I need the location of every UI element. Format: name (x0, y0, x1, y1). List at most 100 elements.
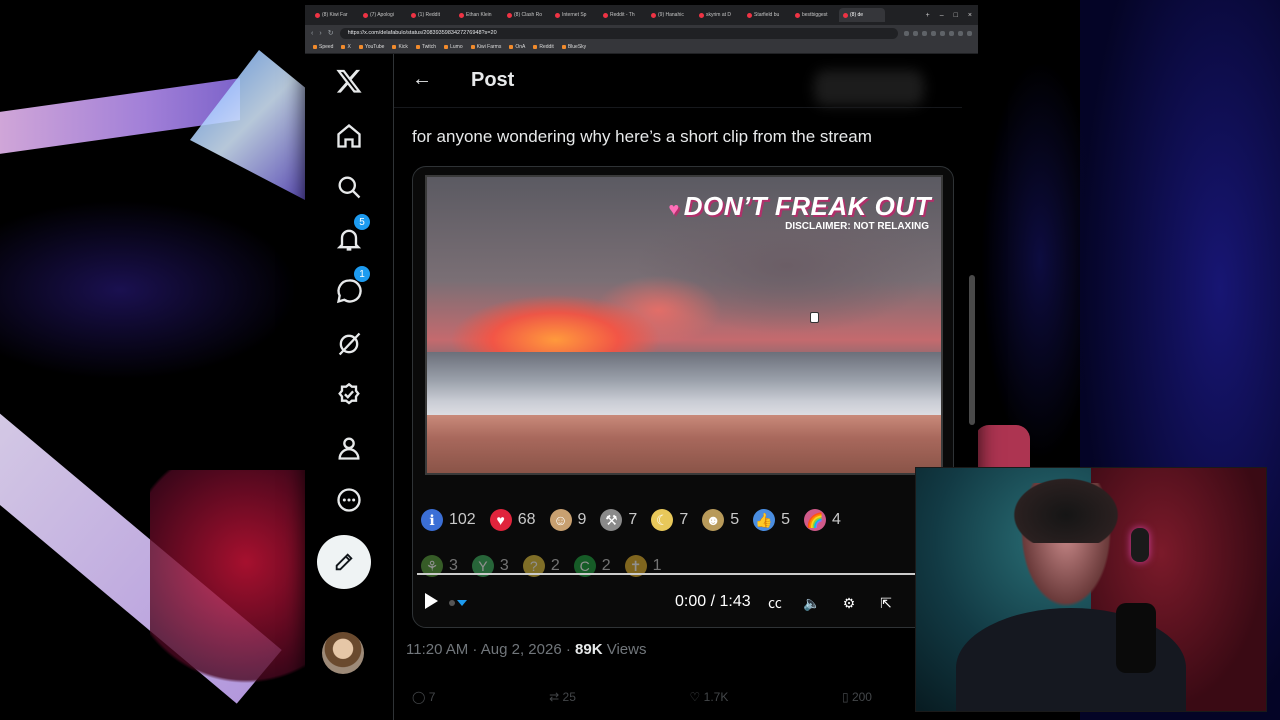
mouse-cursor (810, 312, 819, 323)
chat-reactions: ℹ 102 ♥ 68 ☺ 9 ⚒ 7 ☾ 7 ☻ 5 👍 5 🌈 4 (421, 509, 941, 531)
play-icon[interactable] (425, 593, 438, 609)
post-column: ← Post for anyone wondering why here’s a… (394, 54, 962, 720)
sidebar-item-more[interactable] (327, 478, 371, 522)
webcam-overlay (915, 467, 1267, 712)
reaction-emoji-icon: ♥ (489, 509, 512, 531)
back-nav-icon[interactable]: ‹ (311, 30, 313, 37)
bookmark[interactable]: BlueSky (561, 44, 586, 50)
bookmark[interactable]: Kick (392, 44, 408, 50)
back-arrow-icon[interactable]: ← (412, 68, 432, 91)
reaction-count: 7 (679, 511, 689, 528)
sidebar-item-notifications[interactable]: 5 (327, 214, 371, 261)
reaction-emoji-icon: 👍 (753, 509, 776, 531)
browser-tab-active[interactable]: (8) de (839, 8, 885, 22)
heart-icon: ♥ (668, 199, 680, 219)
page-title: Post (471, 69, 515, 91)
home-icon (337, 123, 361, 148)
x-logo-icon (336, 69, 362, 93)
tab-strip: (8) Kiwi Far (7) Apologi (1) Reddit Etha… (305, 5, 978, 25)
bookmark[interactable]: Lumo (444, 44, 463, 50)
bookmark[interactable]: Speed (313, 44, 333, 50)
browser-tab[interactable]: (8) Kiwi Far (311, 8, 357, 22)
browser-tab[interactable]: Starfield bu (743, 8, 789, 22)
settings-gear-icon[interactable]: ⚙ (839, 593, 859, 613)
views-count: 89K (575, 641, 603, 658)
reaction-item: ℹ 102 (421, 509, 476, 531)
search-icon (338, 176, 361, 199)
chevron-down-icon[interactable] (457, 600, 467, 606)
minimize-icon[interactable]: – (940, 12, 944, 19)
reaction-emoji-icon: ℹ (421, 509, 443, 531)
browser-tab[interactable]: (1) Reddit (407, 8, 453, 22)
reaction-count: 9 (577, 511, 587, 528)
sidebar-item-profile[interactable] (327, 426, 371, 470)
bookmark[interactable]: X (341, 44, 351, 50)
url-input[interactable]: https://x.com/delafabulo/status/20839359… (339, 27, 898, 39)
compose-button[interactable] (317, 535, 371, 589)
new-tab-icon[interactable]: + (926, 12, 930, 19)
sidebar-item-grok[interactable] (327, 322, 371, 366)
video-overlay-title: ♥ DON’T FREAK OUT (668, 191, 931, 221)
bookmark-icon: ▯ (842, 690, 852, 704)
sidebar-item-premium[interactable] (327, 374, 371, 418)
browser-tab[interactable]: (7) Apologi (359, 8, 405, 22)
captions-icon[interactable]: ㏄ (765, 593, 785, 613)
reaction-emoji-icon: ☻ (702, 509, 725, 531)
browser-tab[interactable]: Reddit - Th (599, 8, 645, 22)
volume-icon[interactable]: 🔈 (802, 593, 822, 613)
reaction-count: 4 (832, 511, 841, 528)
reaction-item: ☻ 5 (702, 509, 739, 531)
address-bar-row: ‹ › ↻ https://x.com/delafabulo/status/20… (305, 25, 978, 41)
sidebar-item-messages[interactable]: 1 (327, 266, 371, 313)
reply-button[interactable]: ◯ 7 (412, 690, 435, 704)
reload-icon[interactable]: ↻ (328, 29, 334, 37)
sidebar-item-home[interactable] (327, 114, 371, 158)
compose-icon (335, 553, 353, 571)
bookmark[interactable]: YouTube (358, 44, 384, 50)
extensions[interactable] (904, 30, 972, 36)
browser-tab[interactable]: (9) Hanahic (647, 8, 693, 22)
like-button[interactable]: ♡ 1.7K (690, 690, 729, 704)
reaction-item: ♥ 68 (489, 509, 536, 531)
repost-icon: ⇄ (549, 690, 563, 704)
x-logo[interactable] (327, 59, 371, 103)
popout-icon[interactable]: ⇱ (876, 593, 896, 613)
scrollbar[interactable] (969, 275, 975, 425)
bookmark-button[interactable]: ▯ 200 (842, 690, 872, 704)
account-avatar[interactable] (322, 632, 364, 674)
bookmark[interactable]: Twitch (415, 44, 436, 50)
notifications-badge: 5 (354, 214, 370, 230)
timestamp[interactable]: 11:20 AM · Aug 2, 2026 · (406, 641, 571, 658)
browser-tab[interactable]: Internet Sp (551, 8, 597, 22)
browser-tab[interactable]: bestbiggest (791, 8, 837, 22)
maximize-icon[interactable]: □ (954, 12, 958, 19)
repost-button[interactable]: ⇄ 25 (549, 690, 576, 704)
reaction-count: 68 (517, 511, 536, 528)
reaction-item: ☾ 7 (651, 509, 688, 531)
reaction-item: 🌈 4 (804, 509, 841, 531)
bookmark[interactable]: Reddit (533, 44, 554, 50)
bookmark[interactable]: OnA (509, 44, 525, 50)
microphone (1116, 603, 1156, 673)
browser-tab[interactable]: Ethan Klein (455, 8, 501, 22)
browser-tab[interactable]: (8) Clash Ro (503, 8, 549, 22)
bookmark[interactable]: Kiwi Farms (470, 44, 501, 50)
reaction-item: ⚒ 7 (600, 509, 637, 531)
seek-bar[interactable] (417, 573, 917, 575)
video-frame[interactable]: ♥ DON’T FREAK OUT DISCLAIMER: NOT RELAXIN… (425, 175, 943, 475)
reaction-emoji-icon: ⚒ (600, 509, 623, 531)
grok-icon (338, 332, 361, 356)
video-overlay-subtitle: DISCLAIMER: NOT RELAXING (785, 221, 929, 232)
like-icon: ♡ (689, 690, 704, 704)
verified-icon (338, 382, 360, 405)
sidebar: 5 1 (305, 54, 394, 720)
browser-tab[interactable]: skyrim at D (695, 8, 741, 22)
profile-icon (338, 437, 360, 460)
close-icon[interactable]: × (968, 12, 972, 19)
video-player[interactable]: ♥ DON’T FREAK OUT DISCLAIMER: NOT RELAXIN… (412, 166, 954, 628)
tweet-actions: ◯ 7 ⇄ 25 ♡ 1.7K ▯ 200 (412, 690, 872, 704)
forward-nav-icon[interactable]: › (319, 30, 321, 37)
sidebar-item-explore[interactable] (327, 165, 371, 209)
bookmarks-bar: Speed X YouTube Kick Twitch Lumo Kiwi Fa… (305, 41, 978, 54)
reaction-item: 👍 5 (753, 509, 790, 531)
